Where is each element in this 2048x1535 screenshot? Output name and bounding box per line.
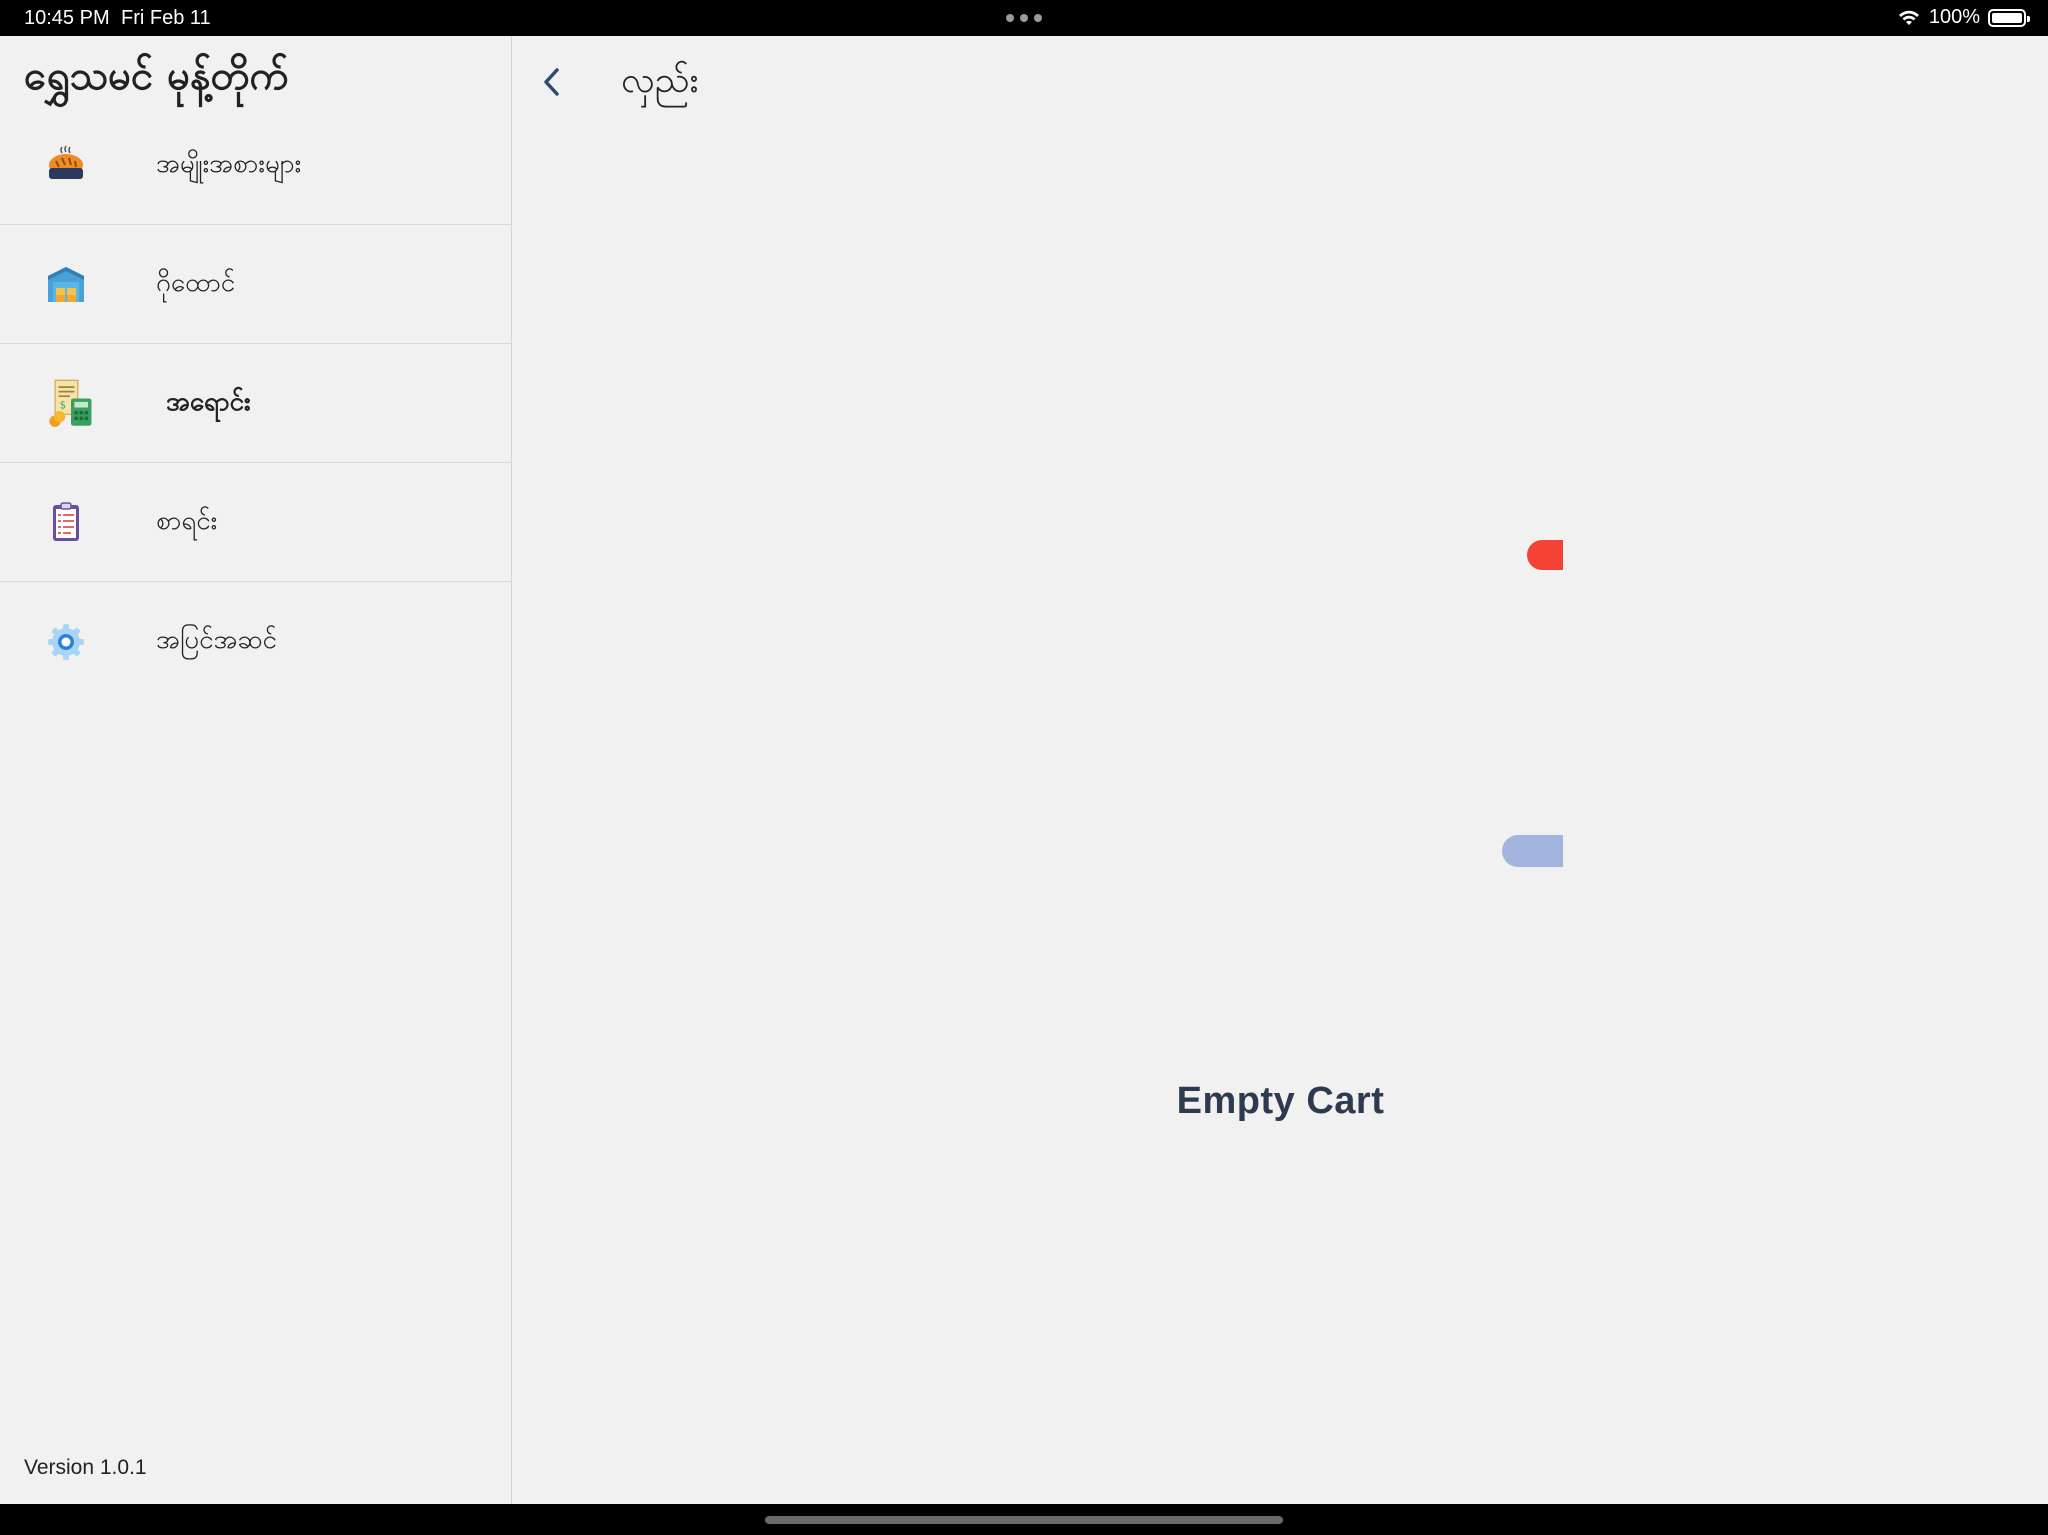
sidebar-item-label: ဂိုထောင် [156, 267, 236, 298]
multitasking-dots-icon[interactable] [1006, 14, 1042, 22]
empty-cart-illustration [1502, 540, 1563, 867]
status-date: Fri Feb 11 [121, 7, 211, 29]
battery-icon [1988, 8, 2030, 27]
sidebar-item-label: အရောင်း [166, 386, 251, 417]
wifi-icon [1898, 10, 1919, 25]
home-indicator[interactable] [765, 1516, 1283, 1524]
warehouse-icon [48, 267, 84, 302]
sidebar-title: ရွှေသမင် မုန့်တိုက် [24, 53, 289, 99]
status-time: 10:45 PM [24, 7, 110, 29]
status-indicators: 100% [1897, 6, 2030, 29]
battery-percent: 100% [1928, 6, 1980, 28]
page-title: လှည်း [621, 60, 699, 101]
empty-cart-message: Empty Cart [1176, 1080, 1385, 1122]
sales-calculator-icon: $ [49, 379, 92, 427]
sidebar-item-label: အမျိုးအစားများ [156, 148, 302, 179]
main-content: လှည်း Empty Cart [513, 36, 2048, 1504]
sidebar: ရွှေသမင် မုန့်တိုက် အမျိုးအစားများ ဂိုထေ… [0, 36, 512, 1504]
bread-icon [49, 145, 83, 179]
status-bar: 10:45 PM Fri Feb 11 100% [0, 0, 2048, 36]
sidebar-menu: အမျိုးအစားများ ဂိုထောင် $ အရောင်း စာရင်း… [0, 106, 512, 701]
svg-text:$: $ [60, 401, 67, 412]
back-chevron-icon[interactable] [533, 60, 573, 104]
sidebar-item-warehouse[interactable]: ဂိုထောင် [0, 225, 512, 344]
clipboard-icon [53, 502, 79, 541]
app-version: Version 1.0.1 [24, 1456, 147, 1479]
home-area [0, 1504, 2048, 1535]
sidebar-item-label: အပြင်အဆင် [156, 625, 277, 655]
settings-gear-icon [48, 623, 84, 660]
sidebar-item-categories[interactable]: အမျိုးအစားများ [0, 106, 512, 225]
app-window: ရွှေသမင် မုန့်တိုက် အမျိုးအစားများ ဂိုထေ… [0, 36, 2048, 1504]
sidebar-item-label: စာရင်း [156, 505, 218, 536]
sidebar-item-sales[interactable]: $ အရောင်း [0, 344, 512, 463]
sidebar-item-settings[interactable]: အပြင်အဆင် [0, 582, 512, 701]
sidebar-item-records[interactable]: စာရင်း [0, 463, 512, 582]
